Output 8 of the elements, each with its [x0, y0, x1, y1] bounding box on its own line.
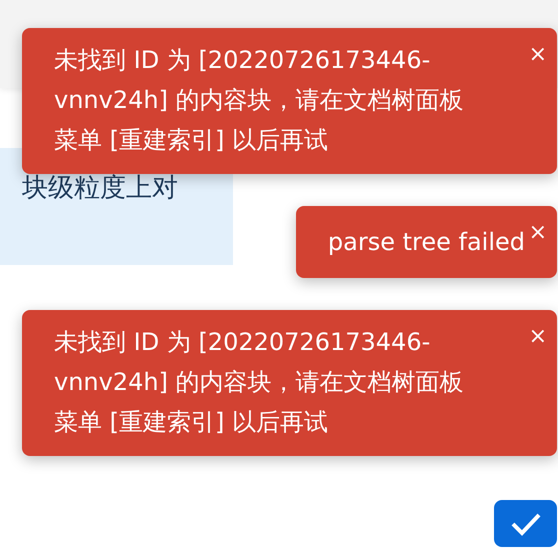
toast-message: 未找到 ID 为 [20220726173446- vnnv24h] 的内容块，请在文档树面板 菜单 [重建索引] 以后再试: [54, 45, 465, 156]
toast-message: parse tree failed: [328, 227, 525, 258]
close-button[interactable]: ×: [524, 42, 551, 67]
toast-message: 未找到 ID 为 [20220726173446- vnnv24h] 的内容块，请在文档树面板 菜单 [重建索引] 以后再试: [54, 327, 465, 438]
close-button[interactable]: ×: [524, 324, 551, 349]
confirm-button[interactable]: [494, 500, 557, 547]
quote-text: 块级粒度上对: [22, 173, 178, 203]
close-button[interactable]: ×: [524, 220, 551, 245]
